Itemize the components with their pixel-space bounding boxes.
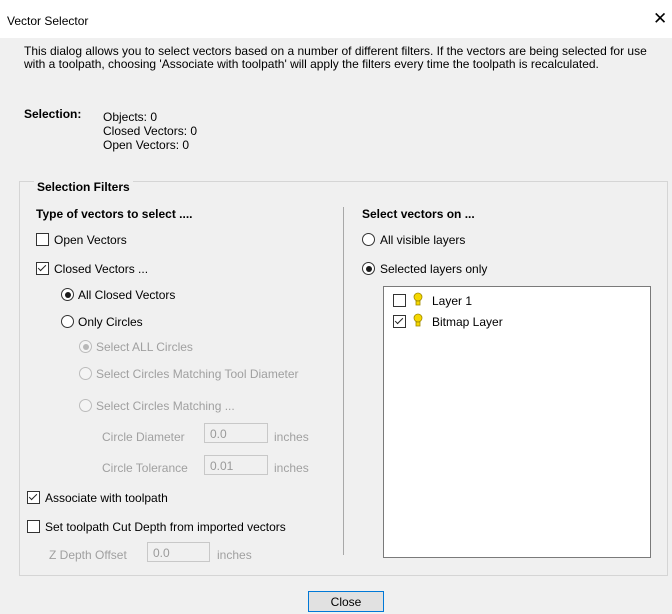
circle-diameter-input[interactable]: 0.0 (204, 423, 268, 443)
closed-vectors-count: Closed Vectors: 0 (103, 124, 198, 138)
associate-toolpath-label: Associate with toolpath (45, 491, 168, 505)
closed-vectors-label: Closed Vectors ... (54, 262, 149, 276)
z-depth-input[interactable]: 0.0 (147, 542, 210, 562)
selected-layers-only-label: Selected layers only (380, 262, 488, 276)
selection-filters-label: Selection Filters (34, 180, 133, 194)
selected-layers-only-radio[interactable] (362, 262, 375, 275)
layer-1-checkbox[interactable] (393, 294, 406, 307)
objects-count: Objects: 0 (103, 110, 158, 124)
z-depth-unit: inches (217, 548, 252, 562)
bitmap-layer-label: Bitmap Layer (432, 315, 503, 329)
bitmap-layer-checkbox[interactable] (393, 315, 406, 328)
open-vectors-count: Open Vectors: 0 (103, 138, 190, 152)
circle-diameter-unit: inches (274, 430, 309, 444)
only-circles-radio[interactable] (61, 315, 74, 328)
all-visible-layers-label: All visible layers (380, 233, 466, 247)
open-vectors-checkbox[interactable] (36, 233, 49, 246)
description-text: This dialog allows you to select vectors… (24, 44, 647, 71)
layers-heading: Select vectors on ... (362, 207, 475, 221)
set-cut-depth-label: Set toolpath Cut Depth from imported vec… (45, 520, 286, 534)
closed-vectors-checkbox[interactable] (36, 262, 49, 275)
circles-matching-label: Select Circles Matching ... (96, 399, 235, 413)
type-heading: Type of vectors to select .... (36, 207, 193, 221)
vector-selector-dialog: Vector Selector ✕ This dialog allows you… (0, 0, 672, 614)
circles-matching-radio[interactable] (79, 399, 92, 412)
close-button[interactable]: Close (308, 591, 384, 612)
circles-tool-diameter-label: Select Circles Matching Tool Diameter (96, 367, 299, 381)
set-cut-depth-checkbox[interactable] (27, 520, 40, 533)
circle-tolerance-label: Circle Tolerance (102, 461, 188, 475)
all-closed-vectors-label: All Closed Vectors (78, 288, 176, 302)
circles-tool-diameter-radio[interactable] (79, 367, 92, 380)
circle-tolerance-input[interactable]: 0.01 (204, 455, 268, 475)
lightbulb-icon (413, 292, 423, 306)
associate-toolpath-checkbox[interactable] (27, 491, 40, 504)
z-depth-label: Z Depth Offset (49, 548, 127, 562)
window-title: Vector Selector (7, 14, 89, 28)
lightbulb-icon (413, 313, 423, 327)
select-all-circles-radio[interactable] (79, 340, 92, 353)
all-visible-layers-radio[interactable] (362, 233, 375, 246)
title-bar: Vector Selector ✕ (0, 0, 672, 38)
all-closed-vectors-radio[interactable] (61, 288, 74, 301)
layer-list[interactable]: Layer 1 Bitmap Layer (383, 286, 651, 558)
layer-1-label: Layer 1 (432, 294, 473, 308)
vertical-divider (343, 207, 344, 555)
open-vectors-label: Open Vectors (54, 233, 127, 247)
circle-tolerance-unit: inches (274, 461, 309, 475)
close-icon[interactable]: ✕ (653, 10, 667, 28)
select-all-circles-label: Select ALL Circles (96, 340, 193, 354)
only-circles-label: Only Circles (78, 315, 143, 329)
circle-diameter-label: Circle Diameter (102, 430, 185, 444)
selection-label: Selection: (24, 107, 82, 121)
